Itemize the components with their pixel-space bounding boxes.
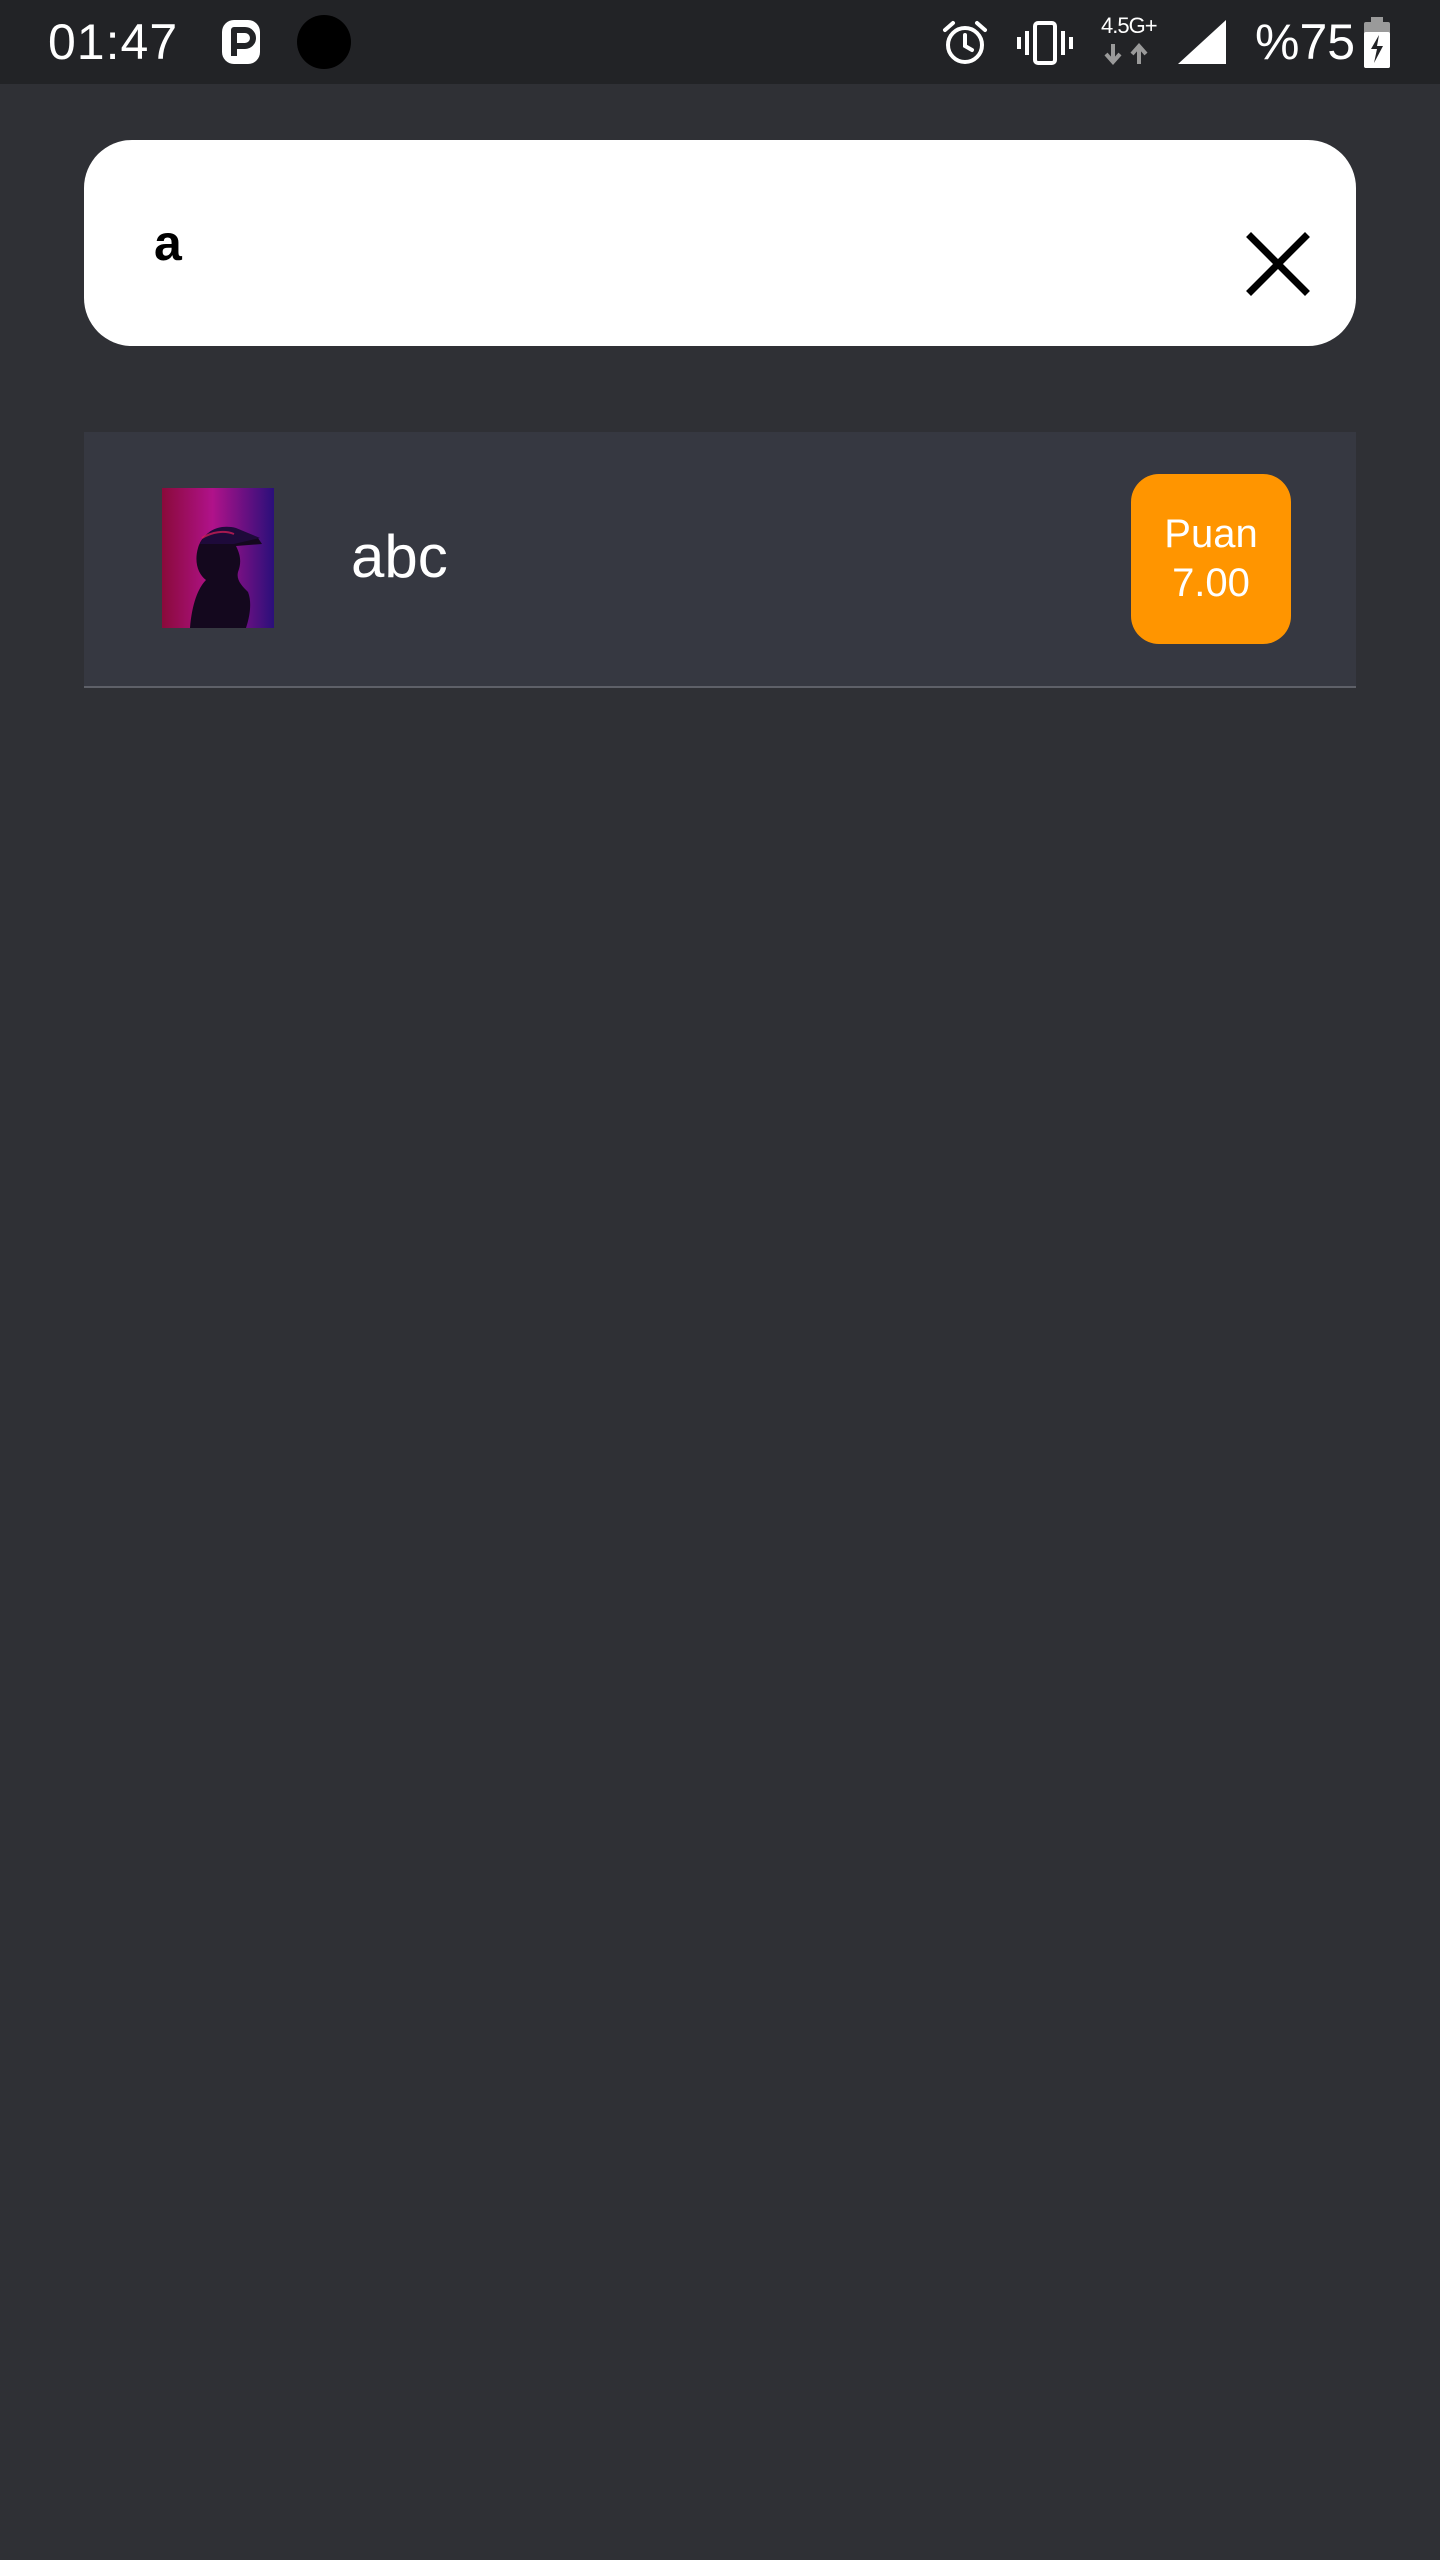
list-item[interactable]: abc Puan 7.00 [84,432,1356,688]
vibrate-icon [1017,21,1073,65]
score-badge: Puan 7.00 [1131,474,1291,644]
close-icon [1246,232,1310,296]
score-value: 7.00 [1172,561,1250,605]
score-label: Puan [1164,512,1258,556]
status-bar: 01:47 4.5G+ %75 [0,0,1440,84]
battery-percentage: %75 [1255,14,1356,70]
network-type: 4.5G+ [1101,13,1158,38]
dot-icon [297,15,351,69]
alarm-icon [943,21,987,64]
signal-icon [1178,20,1226,64]
p-app-icon [222,20,260,64]
result-title: abc [351,523,448,590]
thumbnail-image [162,488,274,628]
clear-search-button[interactable] [1218,204,1338,324]
search-input[interactable] [154,198,1154,288]
status-time: 01:47 [48,14,179,70]
network-arrows-icon [1104,42,1148,66]
battery-charging-icon [1364,17,1390,68]
search-bar [84,140,1356,346]
